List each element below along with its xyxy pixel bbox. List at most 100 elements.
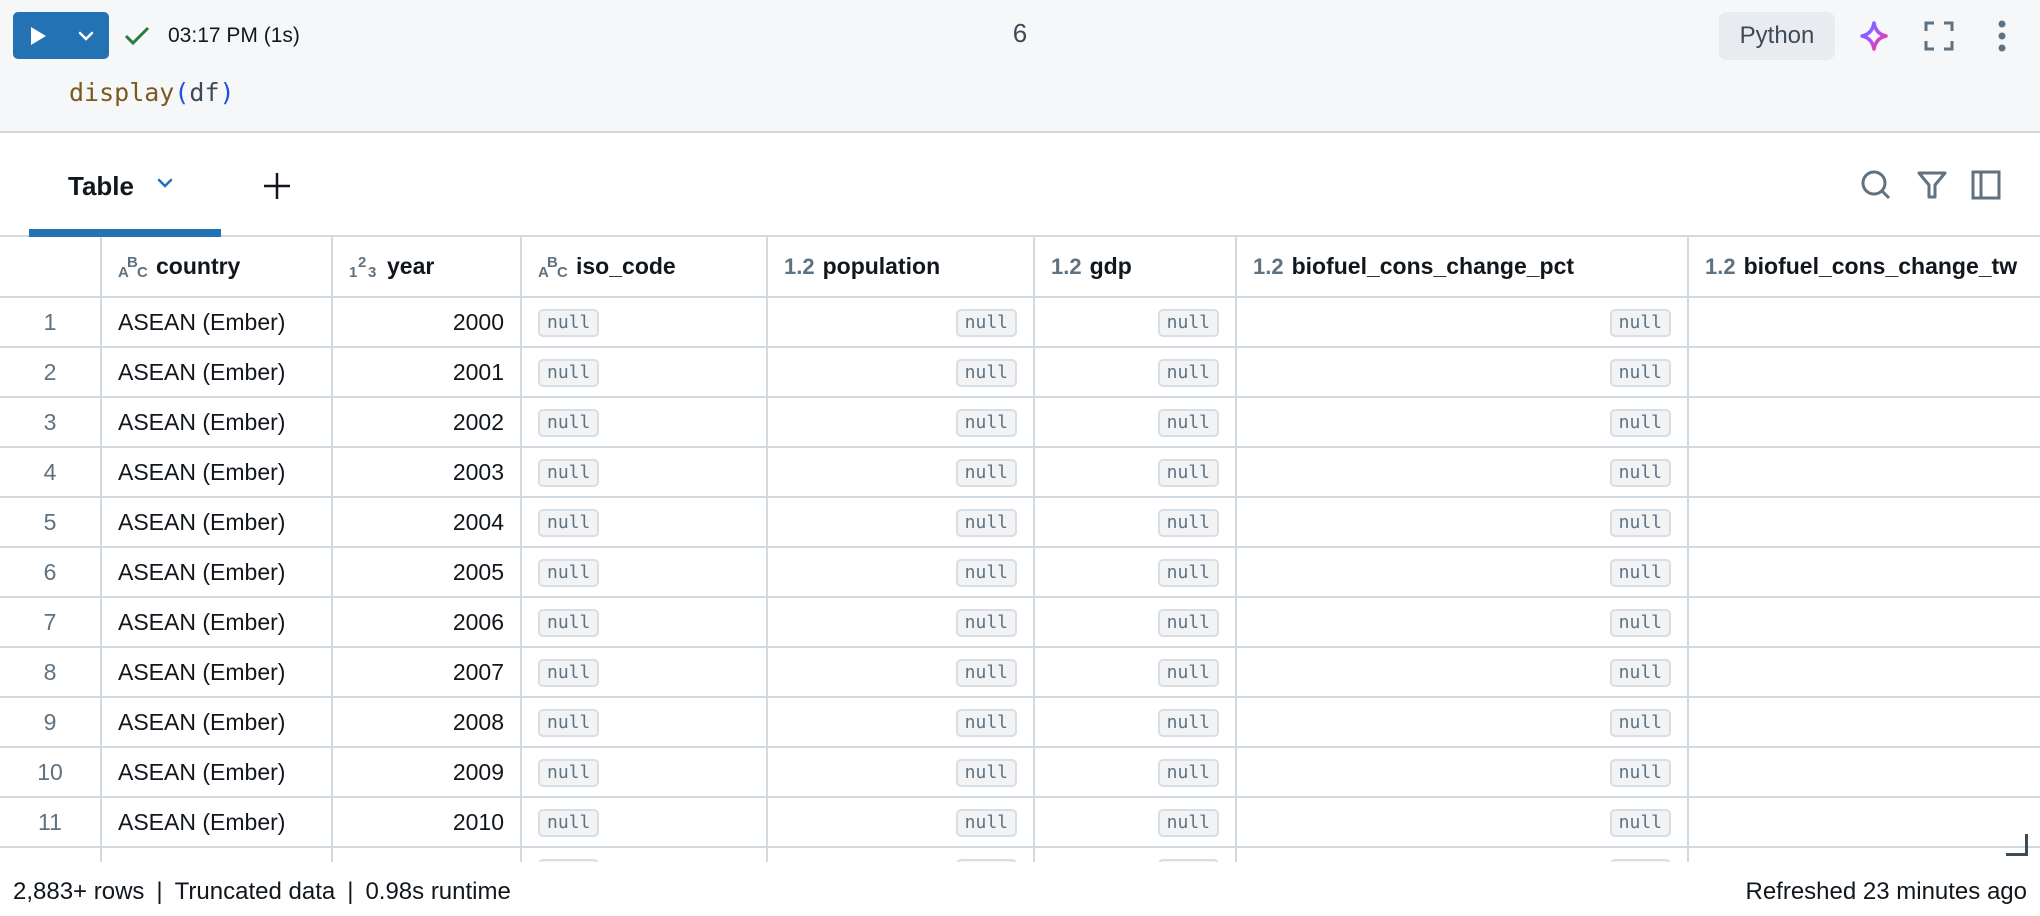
table-row[interactable]: 7 ASEAN (Ember) 2006 null null null null	[0, 596, 2040, 648]
cell-biofuel-cons-change-tw[interactable]	[1687, 346, 2040, 398]
cell-biofuel-cons-change-tw[interactable]	[1687, 546, 2040, 598]
cell-biofuel-cons-change-tw[interactable]	[1687, 496, 2040, 548]
row-number[interactable]: 4	[0, 446, 102, 498]
cell-biofuel-cons-change-pct[interactable]: null	[1235, 446, 1689, 498]
cell-biofuel-cons-change-tw[interactable]	[1687, 796, 2040, 848]
cell-year[interactable]: 2000	[331, 296, 522, 348]
resize-handle[interactable]	[2006, 834, 2028, 856]
table-row[interactable]: 3 ASEAN (Ember) 2002 null null null null	[0, 396, 2040, 448]
cell-population[interactable]: null	[766, 496, 1035, 548]
cell-population[interactable]: null	[766, 446, 1035, 498]
chevron-down-icon[interactable]	[156, 177, 174, 189]
cell-biofuel-cons-change-tw[interactable]	[1687, 296, 2040, 348]
cell-population[interactable]: null	[766, 546, 1035, 598]
cell-year[interactable]: 2004	[331, 496, 522, 548]
column-header-biofuel-cons-change-pct[interactable]: 1.2 biofuel_cons_change_pct	[1235, 237, 1689, 298]
tab-table[interactable]: Table	[29, 133, 221, 237]
cell-biofuel-cons-change-tw[interactable]	[1687, 446, 2040, 498]
cell-population[interactable]: null	[766, 596, 1035, 648]
cell-biofuel-cons-change-pct[interactable]: null	[1235, 346, 1689, 398]
run-cell-button[interactable]	[13, 12, 63, 59]
cell-country[interactable]: ASEAN (Ember)	[100, 396, 333, 448]
cell-gdp[interactable]: null	[1033, 496, 1237, 548]
cell-population[interactable]: null	[766, 696, 1035, 748]
cell-population[interactable]: null	[766, 346, 1035, 398]
cell-population[interactable]: null	[766, 396, 1035, 448]
cell-year[interactable]: 2011	[331, 846, 522, 862]
column-header-year[interactable]: 1 2 3 year	[331, 237, 522, 298]
cell-population[interactable]: null	[766, 746, 1035, 798]
cell-population[interactable]: null	[766, 796, 1035, 848]
cell-iso-code[interactable]: null	[520, 746, 768, 798]
cell-country[interactable]: ASEAN (Ember)	[100, 296, 333, 348]
fullscreen-button[interactable]	[1923, 20, 1955, 52]
cell-iso-code[interactable]: null	[520, 846, 768, 862]
cell-gdp[interactable]: null	[1033, 846, 1237, 862]
column-header-iso-code[interactable]: A B C iso_code	[520, 237, 768, 298]
cell-gdp[interactable]: null	[1033, 396, 1237, 448]
row-number[interactable]: 5	[0, 496, 102, 548]
cell-biofuel-cons-change-tw[interactable]	[1687, 646, 2040, 698]
cell-biofuel-cons-change-tw[interactable]	[1687, 846, 2040, 862]
cell-country[interactable]: ASEAN (Ember)	[100, 446, 333, 498]
cell-iso-code[interactable]: null	[520, 546, 768, 598]
cell-iso-code[interactable]: null	[520, 446, 768, 498]
cell-biofuel-cons-change-pct[interactable]: null	[1235, 746, 1689, 798]
column-header-country[interactable]: A B C country	[100, 237, 333, 298]
filter-button[interactable]	[1914, 167, 1950, 203]
table-row[interactable]: 10 ASEAN (Ember) 2009 null null null null	[0, 746, 2040, 798]
cell-iso-code[interactable]: null	[520, 346, 768, 398]
cell-gdp[interactable]: null	[1033, 796, 1237, 848]
cell-country[interactable]: ASEAN (Ember)	[100, 696, 333, 748]
toggle-sidebar-button[interactable]	[1968, 167, 2004, 203]
cell-gdp[interactable]: null	[1033, 596, 1237, 648]
cell-gdp[interactable]: null	[1033, 446, 1237, 498]
cell-gdp[interactable]: null	[1033, 696, 1237, 748]
row-number[interactable]: 11	[0, 796, 102, 848]
search-button[interactable]	[1858, 167, 1894, 203]
column-header-biofuel-cons-change-tw[interactable]: 1.2 biofuel_cons_change_tw	[1687, 237, 2040, 298]
column-header-gdp[interactable]: 1.2 gdp	[1033, 237, 1237, 298]
table-row[interactable]: 12ASEAN (Ember)2011 null null null null	[0, 846, 2040, 862]
row-number[interactable]: 3	[0, 396, 102, 448]
cell-year[interactable]: 2003	[331, 446, 522, 498]
cell-year[interactable]: 2002	[331, 396, 522, 448]
cell-biofuel-cons-change-pct[interactable]: null	[1235, 796, 1689, 848]
cell-biofuel-cons-change-pct[interactable]: null	[1235, 396, 1689, 448]
table-row[interactable]: 6 ASEAN (Ember) 2005 null null null null	[0, 546, 2040, 598]
cell-gdp[interactable]: null	[1033, 746, 1237, 798]
table-row[interactable]: 1 ASEAN (Ember) 2000 null null null null	[0, 296, 2040, 348]
cell-country[interactable]: ASEAN (Ember)	[100, 796, 333, 848]
table-row[interactable]: 9 ASEAN (Ember) 2008 null null null null	[0, 696, 2040, 748]
language-selector[interactable]: Python	[1719, 12, 1835, 60]
table-row[interactable]: 11 ASEAN (Ember) 2010 null null null null	[0, 796, 2040, 848]
cell-country[interactable]: ASEAN (Ember)	[100, 546, 333, 598]
cell-population[interactable]: null	[766, 646, 1035, 698]
cell-biofuel-cons-change-tw[interactable]	[1687, 596, 2040, 648]
run-options-button[interactable]	[63, 12, 109, 59]
cell-biofuel-cons-change-tw[interactable]	[1687, 746, 2040, 798]
cell-biofuel-cons-change-tw[interactable]	[1687, 696, 2040, 748]
cell-gdp[interactable]: null	[1033, 346, 1237, 398]
cell-iso-code[interactable]: null	[520, 796, 768, 848]
cell-year[interactable]: 2009	[331, 746, 522, 798]
cell-gdp[interactable]: null	[1033, 646, 1237, 698]
cell-iso-code[interactable]: null	[520, 496, 768, 548]
cell-iso-code[interactable]: null	[520, 696, 768, 748]
table-row[interactable]: 8 ASEAN (Ember) 2007 null null null null	[0, 646, 2040, 698]
cell-biofuel-cons-change-pct[interactable]: null	[1235, 646, 1689, 698]
row-number[interactable]: 2	[0, 346, 102, 398]
cell-iso-code[interactable]: null	[520, 296, 768, 348]
cell-biofuel-cons-change-pct[interactable]: null	[1235, 596, 1689, 648]
cell-biofuel-cons-change-pct[interactable]: null	[1235, 296, 1689, 348]
cell-year[interactable]: 2005	[331, 546, 522, 598]
cell-year[interactable]: 2001	[331, 346, 522, 398]
cell-iso-code[interactable]: null	[520, 396, 768, 448]
results-table[interactable]: A B Ccountry 1 2 3 year A B Ciso_code 1.2 popula…	[0, 237, 2040, 862]
row-number[interactable]: 12	[0, 846, 102, 862]
table-row[interactable]: 4 ASEAN (Ember) 2003 null null null null	[0, 446, 2040, 498]
row-number[interactable]: 10	[0, 746, 102, 798]
cell-gdp[interactable]: null	[1033, 296, 1237, 348]
code-editor[interactable]: display(df)	[69, 78, 235, 107]
cell-iso-code[interactable]: null	[520, 646, 768, 698]
